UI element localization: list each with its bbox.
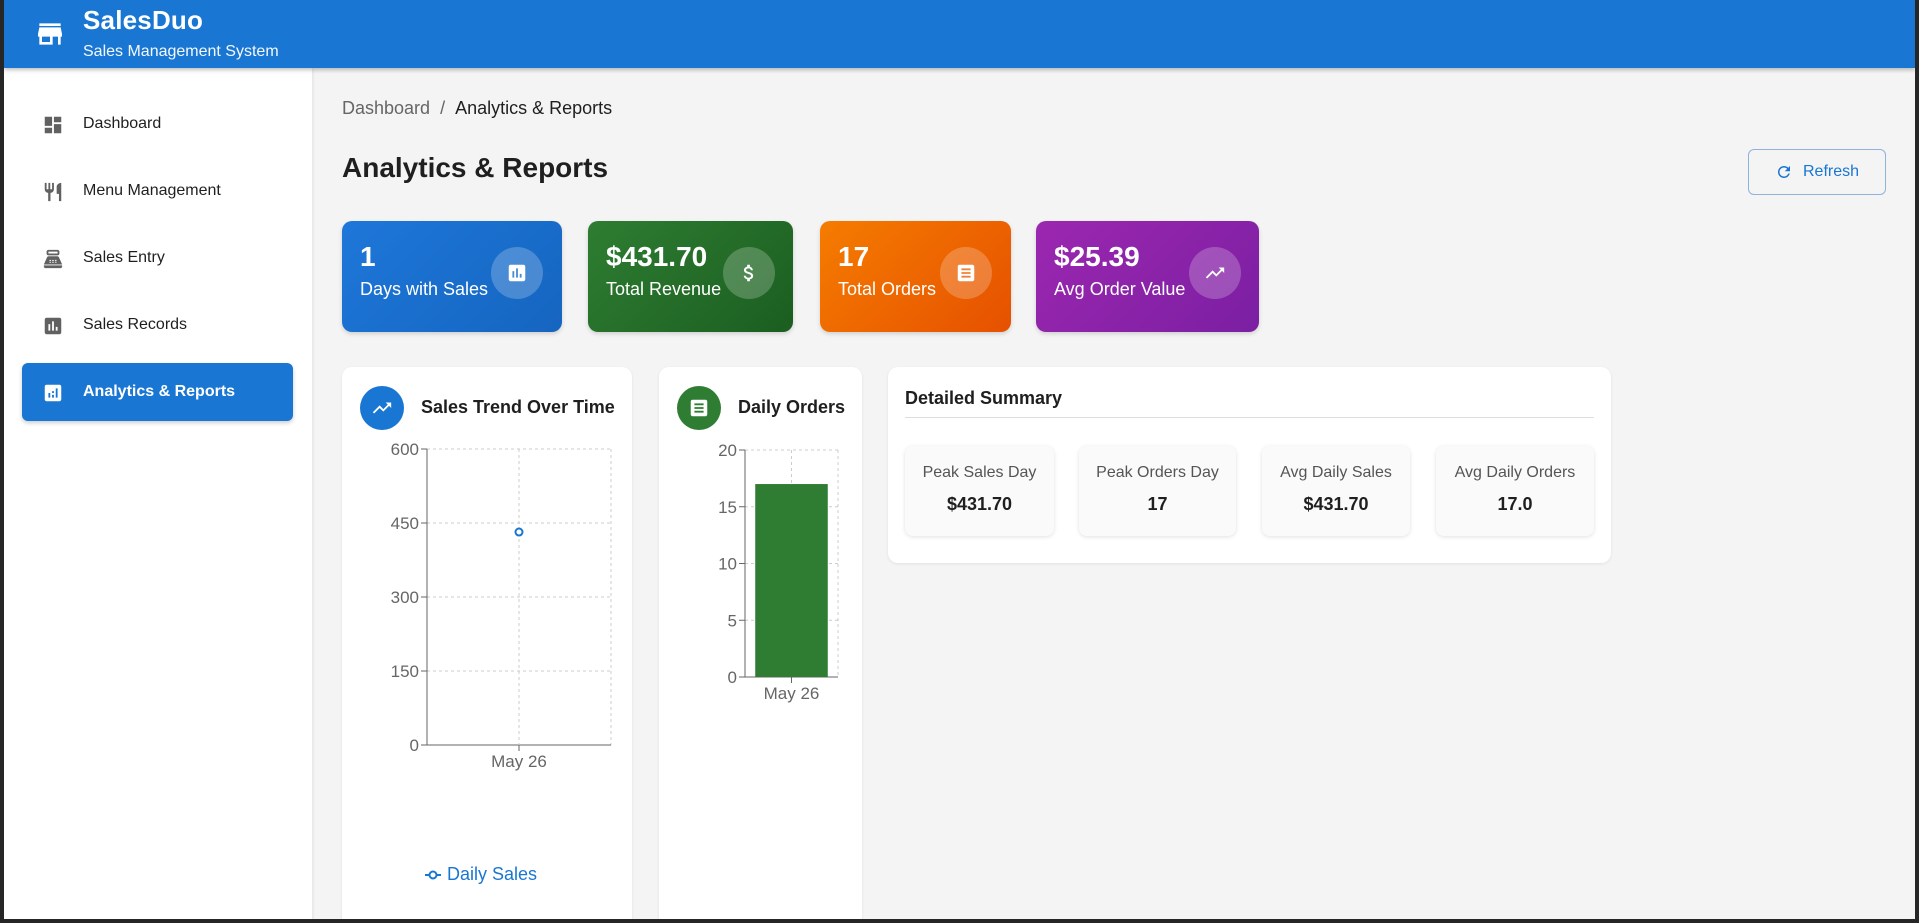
stat-value: $431.70 [606,241,708,272]
daily-orders-panel: Daily Orders 0 5 10 15 20 May 26 [659,367,862,919]
stat-label: Avg Order Value [1054,279,1186,299]
app-subtitle: Sales Management System [83,43,279,60]
refresh-icon [1777,166,1790,178]
x-tick-label: May 26 [764,684,820,703]
y-tick-label: 300 [391,588,419,607]
sidebar-item-label: Dashboard [83,115,162,132]
sales-trend-panel: Sales Trend Over Time 0 150 300 450 600 May 2… [342,367,632,919]
page-title: Analytics & Reports [342,152,609,183]
summary-label: Avg Daily Orders [1454,464,1576,481]
dollar-icon [723,247,775,299]
legend-line-marker-icon [425,870,441,879]
y-tick-label: 450 [391,514,419,533]
analytics-icon [44,384,62,402]
app-window: SalesDuo Sales Management System Dashboa… [0,0,1919,923]
stat-card-total-orders: 17 Total Orders [820,221,1011,332]
summary-card-avg-daily-orders: Avg Daily Orders 17.0 [1436,446,1594,536]
summary-value: $431.70 [946,494,1013,514]
summary-divider [905,417,1594,418]
sidebar-item-sales-records[interactable]: Sales Records [22,296,293,354]
breadcrumb-current: Analytics & Reports [455,98,613,118]
restaurant-icon [44,182,62,202]
summary-label: Peak Orders Day [1096,464,1219,481]
y-tick-label: 5 [728,611,737,630]
assessment-icon [44,317,62,335]
sales-trend-chart: 0 150 300 450 600 May 26 [391,440,612,771]
y-tick-label: 150 [391,662,419,681]
y-tick-label: 10 [718,555,737,574]
sidebar-item-sales-entry[interactable]: Sales Entry [22,229,293,287]
data-point [514,527,524,537]
sidebar-item-label: Analytics & Reports [83,383,236,400]
summary-title: Detailed Summary [905,388,1063,408]
breadcrumb: Dashboard / Analytics & Reports [342,98,612,119]
dashboard-icon [44,116,62,134]
stat-label: Total Revenue [606,279,722,299]
y-tick-label: 0 [410,736,419,755]
main-content: Dashboard / Analytics & Reports Analytic… [312,68,1915,919]
stat-value: 1 [360,241,376,272]
app-bar: SalesDuo Sales Management System [4,0,1915,68]
sidebar: Dashboard Menu Management Sales Entry Sa… [4,68,312,919]
summary-value: 17 [1147,494,1168,514]
sidebar-item-label: Sales Records [83,316,188,333]
app-title: SalesDuo [83,5,204,35]
daily-orders-chart: 0 5 10 15 20 May 26 [718,441,839,703]
trending-up-icon [1189,247,1241,299]
sidebar-item-analytics-reports[interactable]: Analytics & Reports [22,363,293,421]
sidebar-item-dashboard[interactable]: Dashboard [22,95,293,153]
sidebar-item-label: Menu Management [83,182,221,199]
breadcrumb-separator: / [440,98,446,118]
chart-legend[interactable]: Daily Sales [425,864,537,885]
y-tick-label: 15 [718,498,737,517]
receipt-icon [940,247,992,299]
summary-card-peak-sales-day: Peak Sales Day $431.70 [905,446,1054,536]
store-icon [38,23,62,45]
bar [755,484,828,677]
y-tick-label: 0 [728,668,737,687]
stat-value: $25.39 [1054,241,1140,272]
summary-card-peak-orders-day: Peak Orders Day 17 [1079,446,1236,536]
summary-value: 17.0 [1497,494,1533,514]
summary-label: Peak Sales Day [922,464,1037,481]
sidebar-item-menu-management[interactable]: Menu Management [22,162,293,220]
sidebar-item-label: Sales Entry [83,249,165,266]
summary-label: Avg Daily Sales [1280,464,1392,481]
refresh-button-label: Refresh [1802,163,1860,180]
stat-label: Days with Sales [360,279,489,299]
stat-value: 17 [838,241,870,272]
stat-card-days-with-sales: 1 Days with Sales [342,221,562,332]
x-tick-label: May 26 [491,752,547,771]
refresh-button[interactable]: Refresh [1748,149,1886,195]
stat-card-total-revenue: $431.70 Total Revenue [588,221,793,332]
y-tick-label: 20 [718,441,737,460]
y-tick-label: 600 [391,440,419,459]
detailed-summary-panel: Detailed Summary Peak Sales Day $431.70 … [888,367,1611,563]
stat-card-avg-order-value: $25.39 Avg Order Value [1036,221,1259,332]
breadcrumb-root-link[interactable]: Dashboard [342,98,430,119]
point-of-sale-icon [43,249,63,269]
stat-label: Total Orders [838,279,937,299]
summary-card-avg-daily-sales: Avg Daily Sales $431.70 [1262,446,1410,536]
summary-value: $431.70 [1303,494,1369,514]
assessment-icon [491,247,543,299]
legend-label: Daily Sales [447,864,538,884]
